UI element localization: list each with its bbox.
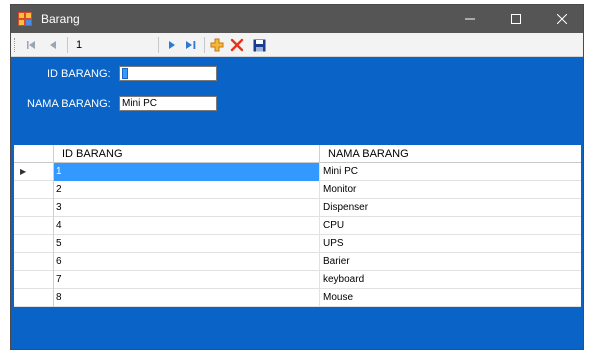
cell-nama-barang[interactable]: Barier: [320, 253, 581, 271]
cell-nama-barang[interactable]: Mouse: [320, 289, 581, 307]
maximize-icon: [511, 14, 521, 24]
grid-header-row: ID BARANG NAMA BARANG: [14, 145, 581, 163]
id-barang-input[interactable]: [119, 66, 217, 81]
nama-barang-input[interactable]: [119, 96, 217, 111]
minimize-icon: [465, 18, 475, 20]
binding-navigator: [11, 33, 583, 57]
row-header[interactable]: [14, 289, 54, 307]
cell-nama-barang[interactable]: keyboard: [320, 271, 581, 289]
close-icon: [557, 14, 567, 24]
add-new-button[interactable]: [209, 37, 225, 53]
cell-nama-barang[interactable]: Monitor: [320, 181, 581, 199]
table-row[interactable]: 2 Monitor: [14, 181, 581, 199]
toolbar-separator: [67, 37, 68, 53]
table-row[interactable]: ▶ 1 Mini PC: [14, 163, 581, 181]
delete-button[interactable]: [229, 37, 245, 53]
title-bar[interactable]: Barang: [11, 5, 583, 33]
app-grid-icon: [18, 12, 32, 26]
save-button[interactable]: [251, 37, 267, 53]
table-row[interactable]: 3 Dispenser: [14, 199, 581, 217]
minimize-button[interactable]: [447, 5, 493, 33]
row-header[interactable]: [14, 217, 54, 235]
cell-id-barang[interactable]: 3: [54, 199, 320, 217]
move-last-button[interactable]: [183, 37, 199, 53]
table-row[interactable]: 6 Barier: [14, 253, 581, 271]
window-title: Barang: [41, 12, 80, 26]
row-header[interactable]: [14, 181, 54, 199]
column-header-id-barang[interactable]: ID BARANG: [54, 145, 320, 163]
cell-nama-barang[interactable]: Dispenser: [320, 199, 581, 217]
add-icon: [210, 38, 224, 52]
move-next-button[interactable]: [164, 37, 180, 53]
toolbar-separator: [158, 37, 159, 53]
main-window: Barang 1 ID BARANG: NAMA BARANG: Mini PC…: [10, 4, 584, 350]
cell-id-barang[interactable]: 2: [54, 181, 320, 199]
cell-nama-barang[interactable]: UPS: [320, 235, 581, 253]
id-selection-highlight: [122, 68, 128, 79]
last-record-icon: [186, 41, 196, 49]
row-header[interactable]: [14, 271, 54, 289]
next-record-icon: [169, 41, 175, 49]
row-header[interactable]: [14, 199, 54, 217]
row-header[interactable]: [14, 235, 54, 253]
cell-id-barang[interactable]: 8: [54, 289, 320, 307]
column-header-nama-barang[interactable]: NAMA BARANG: [320, 145, 581, 163]
current-row-arrow-icon: ▶: [20, 167, 27, 176]
grid-corner-header[interactable]: [14, 145, 54, 163]
move-first-button[interactable]: [23, 37, 39, 53]
previous-record-icon: [50, 41, 56, 49]
table-row[interactable]: 4 CPU: [14, 217, 581, 235]
cell-id-barang[interactable]: 1: [54, 163, 320, 181]
table-row[interactable]: 7 keyboard: [14, 271, 581, 289]
toolbar-separator: [204, 37, 205, 53]
table-row[interactable]: 5 UPS: [14, 235, 581, 253]
id-barang-label: ID BARANG:: [47, 68, 111, 80]
delete-icon: [230, 38, 244, 52]
data-grid[interactable]: ID BARANG NAMA BARANG ▶ 1 Mini PC 2 Monitor 3…: [14, 145, 581, 307]
cell-id-barang[interactable]: 5: [54, 235, 320, 253]
maximize-button[interactable]: [493, 5, 539, 33]
row-header[interactable]: ▶: [14, 163, 54, 181]
table-row[interactable]: 8 Mouse: [14, 289, 581, 307]
cell-id-barang[interactable]: 6: [54, 253, 320, 271]
position-input[interactable]: [75, 37, 125, 53]
nama-barang-label: NAMA BARANG:: [27, 98, 111, 110]
toolbar-grip[interactable]: [14, 38, 17, 52]
first-record-icon: [27, 41, 35, 49]
save-icon: [253, 39, 265, 51]
cell-nama-barang[interactable]: CPU: [320, 217, 581, 235]
close-button[interactable]: [539, 5, 583, 33]
cell-id-barang[interactable]: 4: [54, 217, 320, 235]
cell-nama-barang[interactable]: Mini PC: [320, 163, 581, 181]
row-header[interactable]: [14, 253, 54, 271]
cell-id-barang[interactable]: 7: [54, 271, 320, 289]
move-previous-button[interactable]: [45, 37, 61, 53]
